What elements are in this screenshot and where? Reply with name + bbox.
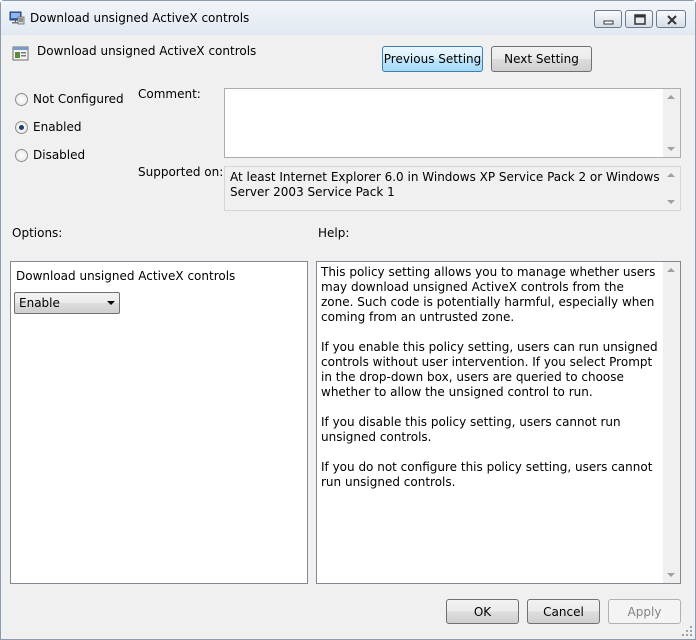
options-label: Options: (12, 226, 63, 240)
ok-button[interactable]: OK (446, 599, 519, 624)
scroll-up-icon[interactable] (667, 95, 675, 99)
radio-button[interactable] (15, 93, 28, 106)
window-title: Download unsigned ActiveX controls (30, 11, 250, 25)
comment-scrollbar[interactable] (663, 89, 680, 157)
scroll-up-icon[interactable] (667, 268, 675, 272)
help-scrollbar[interactable] (663, 262, 680, 583)
chevron-down-icon[interactable] (107, 301, 115, 305)
setting-icon (12, 45, 30, 63)
help-label: Help: (318, 226, 350, 240)
scroll-up-icon[interactable] (667, 173, 675, 177)
radio-button-checked[interactable] (15, 121, 28, 134)
comment-label: Comment: (138, 87, 201, 101)
next-setting-button[interactable]: Next Setting (491, 46, 592, 72)
supported-on-label: Supported on: (138, 165, 224, 179)
minimize-button[interactable] (594, 10, 622, 28)
resize-grip-icon[interactable] (681, 625, 693, 637)
dropdown-value: Enable (19, 296, 60, 310)
help-pane: This policy setting allows you to manage… (316, 261, 681, 584)
policy-dialog-window: Download unsigned ActiveX controls Downl (0, 0, 696, 640)
policy-settings-icon (9, 11, 25, 25)
supported-scrollbar[interactable] (663, 167, 680, 210)
help-paragraph: This policy setting allows you to manage… (321, 265, 656, 324)
cancel-button[interactable]: Cancel (527, 599, 600, 624)
download-unsigned-activex-dropdown[interactable]: Enable (14, 292, 120, 314)
scroll-down-icon[interactable] (667, 147, 675, 151)
radio-label: Enabled (33, 120, 82, 134)
supported-on-value: At least Internet Explorer 6.0 in Window… (230, 170, 660, 199)
help-paragraph: If you do not configure this policy sett… (321, 460, 653, 489)
help-paragraph: If you enable this policy setting, users… (321, 340, 658, 399)
title-bar[interactable]: Download unsigned ActiveX controls (1, 1, 695, 35)
scroll-down-icon[interactable] (667, 200, 675, 204)
apply-button[interactable]: Apply (608, 599, 681, 624)
option-setting-label: Download unsigned ActiveX controls (16, 269, 236, 283)
radio-label: Disabled (33, 148, 86, 162)
maximize-button[interactable] (625, 10, 653, 28)
help-paragraph: If you disable this policy setting, user… (321, 415, 621, 444)
help-text: This policy setting allows you to manage… (321, 265, 660, 505)
comment-field[interactable] (224, 88, 681, 158)
close-button[interactable] (656, 10, 686, 28)
supported-on-field: At least Internet Explorer 6.0 in Window… (224, 166, 681, 211)
scroll-down-icon[interactable] (667, 573, 675, 577)
setting-title: Download unsigned ActiveX controls (37, 44, 257, 58)
radio-label: Not Configured (33, 92, 124, 106)
radio-button[interactable] (15, 149, 28, 162)
previous-setting-button[interactable]: Previous Setting (382, 46, 483, 72)
